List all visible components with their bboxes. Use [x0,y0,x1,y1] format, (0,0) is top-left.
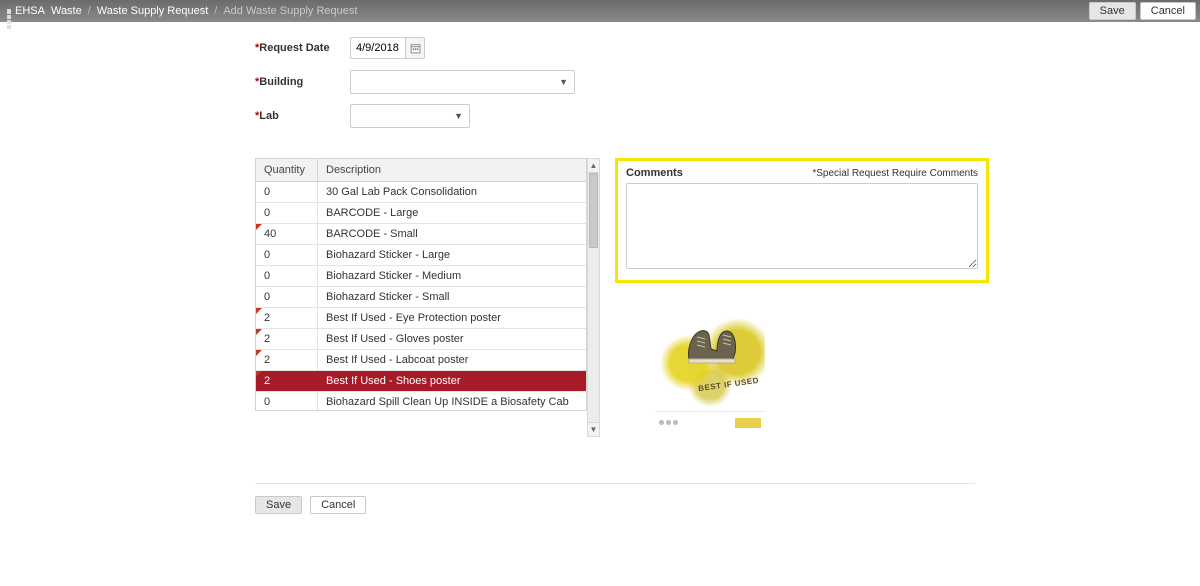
breadcrumb-sep: / [88,5,91,17]
col-quantity[interactable]: Quantity [256,159,318,181]
table-row[interactable]: 0Biohazard Sticker - Medium [256,266,586,287]
request-date-label: *Request Date [255,42,350,54]
cell-quantity[interactable]: 40 [256,224,318,244]
topbar: EHSA Waste / Waste Supply Request / Add … [0,0,1200,22]
cell-quantity[interactable]: 2 [256,350,318,370]
cell-description[interactable]: Best If Used - Gloves poster [318,329,586,349]
cell-description[interactable]: BARCODE - Large [318,203,586,223]
building-select[interactable]: ▼ [350,70,575,94]
cell-description[interactable]: Biohazard Spill Clean Up INSIDE a Biosaf… [318,392,586,410]
table-row[interactable]: 2Best If Used - Shoes poster [256,371,586,392]
breadcrumb-waste-supply-request[interactable]: Waste Supply Request [97,5,208,17]
header-save-button[interactable]: Save [1089,2,1136,20]
building-label: *Building [255,76,350,88]
header-cancel-button[interactable]: Cancel [1140,2,1196,20]
cell-quantity[interactable]: 2 [256,329,318,349]
scroll-thumb[interactable] [589,173,598,248]
preview-footer [655,411,765,433]
brand-label[interactable]: EHSA [15,5,45,17]
table-row[interactable]: 0BARCODE - Large [256,203,586,224]
table-row[interactable]: 40BARCODE - Small [256,224,586,245]
preview-brand-icons [659,420,678,425]
cell-quantity[interactable]: 0 [256,203,318,223]
cell-description[interactable]: 30 Gal Lab Pack Consolidation [318,182,586,202]
calendar-icon[interactable] [405,37,425,59]
table-row[interactable]: 2Best If Used - Gloves poster [256,329,586,350]
preview-tag [735,418,761,428]
footer-cancel-button[interactable]: Cancel [310,496,366,514]
supply-table: Quantity Description 030 Gal Lab Pack Co… [255,158,587,411]
shoes-icon [683,319,743,369]
breadcrumb: EHSA Waste / Waste Supply Request / Add … [15,5,357,17]
comments-textarea[interactable] [626,183,978,269]
lab-select[interactable]: ▼ [350,104,470,128]
cell-quantity[interactable]: 0 [256,245,318,265]
scroll-up-icon[interactable]: ▲ [588,159,599,173]
scroll-down-icon[interactable]: ▼ [588,422,599,436]
table-scrollbar[interactable]: ▲ ▼ [587,158,600,437]
item-preview: BEST IF USED [655,297,765,437]
cell-description[interactable]: BARCODE - Small [318,224,586,244]
cell-description[interactable]: Best If Used - Shoes poster [318,371,586,391]
comments-panel: Comments *Special Request Require Commen… [615,158,989,283]
table-row[interactable]: 0Biohazard Sticker - Large [256,245,586,266]
table-row[interactable]: 0Biohazard Sticker - Small [256,287,586,308]
app-menu-icon[interactable] [6,9,11,14]
cell-quantity[interactable]: 0 [256,266,318,286]
cell-description[interactable]: Biohazard Sticker - Large [318,245,586,265]
col-description[interactable]: Description [318,159,586,181]
lab-label: *Lab [255,110,350,122]
chevron-down-icon: ▼ [454,111,463,121]
table-row[interactable]: 030 Gal Lab Pack Consolidation [256,182,586,203]
cell-quantity[interactable]: 0 [256,182,318,202]
comments-title: Comments [626,167,683,179]
cell-description[interactable]: Biohazard Sticker - Medium [318,266,586,286]
chevron-down-icon: ▼ [559,77,568,87]
table-row[interactable]: 2Best If Used - Eye Protection poster [256,308,586,329]
comments-hint: *Special Request Require Comments [812,168,978,179]
cell-quantity[interactable]: 0 [256,287,318,307]
cell-description[interactable]: Biohazard Sticker - Small [318,287,586,307]
request-date-input[interactable] [350,37,405,59]
breadcrumb-waste[interactable]: Waste [51,5,82,17]
cell-description[interactable]: Best If Used - Eye Protection poster [318,308,586,328]
cell-quantity[interactable]: 2 [256,371,318,391]
breadcrumb-current: Add Waste Supply Request [223,5,357,17]
breadcrumb-sep: / [214,5,217,17]
table-row[interactable]: 0Biohazard Spill Clean Up INSIDE a Biosa… [256,392,586,410]
table-row[interactable]: 2Best If Used - Labcoat poster [256,350,586,371]
cell-description[interactable]: Best If Used - Labcoat poster [318,350,586,370]
cell-quantity[interactable]: 0 [256,392,318,410]
footer-save-button[interactable]: Save [255,496,302,514]
cell-quantity[interactable]: 2 [256,308,318,328]
